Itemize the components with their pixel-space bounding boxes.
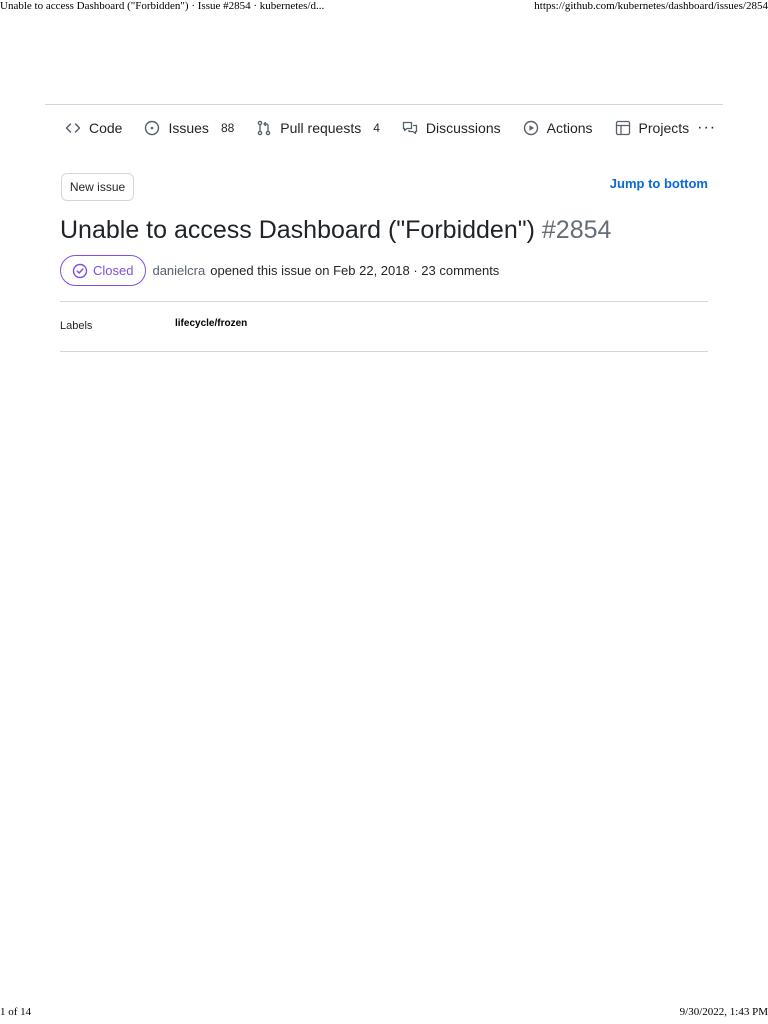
tab-pull-requests-label: Pull requests <box>280 119 362 136</box>
issue-meta-text: opened this issue on Feb 22, 2018 · 23 c… <box>210 263 500 278</box>
tab-pull-requests[interactable]: Pull requests 4 <box>256 105 380 150</box>
tab-projects-label: Projects <box>638 119 690 136</box>
issue-closed-icon <box>72 263 88 279</box>
pulls-count: 4 <box>373 120 380 135</box>
issue-meta-row: Closed danielcra opened this issue on Fe… <box>60 255 499 286</box>
tab-actions[interactable]: Actions <box>523 105 593 150</box>
table-icon <box>615 120 631 136</box>
print-url: https://github.com/kubernetes/dashboard/… <box>534 0 768 12</box>
git-pull-request-icon <box>256 120 272 136</box>
code-icon <box>65 120 81 136</box>
issue-title-text: Unable to access Dashboard ("Forbidden") <box>60 216 535 244</box>
tab-code[interactable]: Code <box>65 105 122 150</box>
tab-discussions[interactable]: Discussions <box>402 105 501 150</box>
jump-to-bottom-link[interactable]: Jump to bottom <box>610 176 708 191</box>
print-footer: 1 of 14 9/30/2022, 1:43 PM <box>0 1006 768 1022</box>
author-link[interactable]: danielcra <box>152 263 205 278</box>
tab-discussions-label: Discussions <box>425 119 501 136</box>
issue-number: #2854 <box>541 216 612 244</box>
print-datetime: 9/30/2022, 1:43 PM <box>679 1006 768 1018</box>
print-page-count: 1 of 14 <box>0 1006 32 1018</box>
repo-nav: Code Issues 88 Pull requests 4 Discussio… <box>45 104 723 150</box>
issue-opened-icon <box>144 120 160 136</box>
print-page-title: Unable to access Dashboard ("Forbidden")… <box>0 0 325 12</box>
new-issue-button[interactable]: New issue <box>61 173 134 201</box>
comment-discussion-icon <box>402 120 418 136</box>
tab-actions-label: Actions <box>546 119 593 136</box>
label-lifecycle-frozen[interactable]: lifecycle/frozen <box>175 318 247 329</box>
issues-count: 88 <box>220 120 235 135</box>
tab-projects[interactable]: Projects <box>615 105 690 150</box>
divider <box>60 301 708 302</box>
kebab-horizontal-icon[interactable]: ··· <box>697 119 716 137</box>
print-header: Unable to access Dashboard ("Forbidden")… <box>0 0 768 16</box>
status-badge: Closed <box>60 255 147 286</box>
tab-code-label: Code <box>89 119 123 136</box>
labels-heading: Labels <box>60 320 93 332</box>
issue-title: Unable to access Dashboard ("Forbidden")… <box>60 216 611 245</box>
tab-issues-label: Issues <box>168 119 209 136</box>
tab-issues[interactable]: Issues 88 <box>144 105 234 150</box>
divider <box>60 351 708 352</box>
status-badge-label: Closed <box>93 263 134 278</box>
play-icon <box>523 120 539 136</box>
